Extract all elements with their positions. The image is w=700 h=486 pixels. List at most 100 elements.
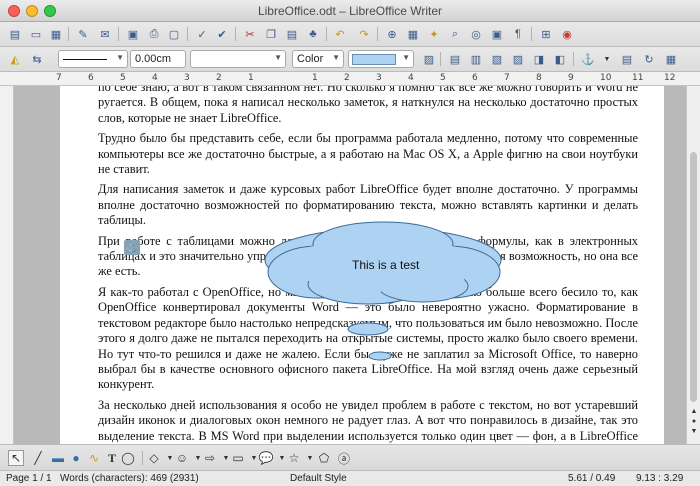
line-width-field[interactable]: 0.00cm xyxy=(130,50,186,68)
print-preview-icon[interactable]: ▢ xyxy=(165,26,183,42)
show-draw-functions-icon[interactable]: ✦ xyxy=(425,26,443,42)
navigation-icon[interactable]: ● xyxy=(689,418,699,427)
line-width-value: 0.00cm xyxy=(135,53,172,65)
ruler-tick: 10 xyxy=(600,73,612,83)
email-icon[interactable]: ✉ xyxy=(96,26,114,42)
redo-icon[interactable]: ↷ xyxy=(355,26,373,42)
toolbar-separator xyxy=(235,27,236,41)
vertical-scrollbar[interactable]: ▲ ● ▼ xyxy=(686,86,700,444)
ellipse-tool-icon[interactable]: ● xyxy=(68,450,84,466)
spellcheck-icon[interactable]: ✓ xyxy=(193,26,211,42)
rotate-icon[interactable]: ↻ xyxy=(640,51,658,67)
vertical-ruler[interactable] xyxy=(0,86,14,444)
shape-text[interactable]: This is a test xyxy=(352,258,419,272)
stars-icon[interactable]: ☆ xyxy=(286,450,302,466)
formatting-marks-icon[interactable]: ¶ xyxy=(509,26,527,42)
status-bar: Page 1 / 1 Words (characters): 469 (2931… xyxy=(0,470,700,486)
wrap-left-icon[interactable]: ▧ xyxy=(488,51,506,67)
ruler-tick: 5 xyxy=(440,73,446,83)
print-icon[interactable]: ⎙ xyxy=(145,26,163,42)
toolbar-separator xyxy=(440,52,441,66)
select-arrow-icon[interactable]: ↖ xyxy=(8,450,24,466)
chevron-down-icon[interactable]: ▼ xyxy=(598,51,616,67)
word-count[interactable]: Words (characters): 469 (2931) xyxy=(60,473,199,484)
wrap-right-icon[interactable]: ▨ xyxy=(509,51,527,67)
chevron-down-icon: ▼ xyxy=(332,53,340,62)
toolbar-separator xyxy=(142,451,143,465)
text-tool-icon[interactable]: T xyxy=(104,450,120,466)
wrap-page-icon[interactable]: ▥ xyxy=(467,51,485,67)
export-pdf-icon[interactable]: ▣ xyxy=(124,26,142,42)
paragraph[interactable]: За несколько дней использования я особо … xyxy=(98,398,638,444)
callout-shapes-icon[interactable]: 💬 xyxy=(258,450,274,466)
page-style[interactable]: Default Style xyxy=(290,473,347,484)
next-page-icon[interactable]: ▼ xyxy=(689,428,699,437)
ruler-tick: 7 xyxy=(504,73,510,83)
flowchart-icon[interactable]: ▭ xyxy=(230,450,246,466)
area-style-dropdown[interactable]: Color ▼ xyxy=(292,50,344,68)
horizontal-ruler[interactable]: 7 6 5 4 3 2 1 1 2 3 4 5 6 7 8 9 10 11 12 xyxy=(0,72,700,86)
ruler-tick: 5 xyxy=(120,73,126,83)
line-style-dropdown[interactable]: ▼ xyxy=(58,50,128,68)
paragraph[interactable]: Трудно было бы представить себе, если бы… xyxy=(98,131,638,177)
line-sample xyxy=(63,58,107,60)
clone-formatting-icon[interactable]: ♣ xyxy=(304,26,322,42)
scrollbar-thumb[interactable] xyxy=(690,152,697,402)
toolbar-separator xyxy=(531,27,532,41)
anchor-icon[interactable]: ⚓ xyxy=(579,51,597,67)
hyperlink-icon[interactable]: ⊕ xyxy=(383,26,401,42)
ruler-tick: 11 xyxy=(632,73,644,83)
new-document-icon[interactable]: ▤ xyxy=(6,26,24,42)
align-objects-icon[interactable]: ▤ xyxy=(618,51,636,67)
paste-icon[interactable]: ▤ xyxy=(283,26,301,42)
rectangle-tool-icon[interactable]: ▬ xyxy=(50,450,66,466)
line-style-icon[interactable]: ◭ xyxy=(6,51,24,67)
basic-shapes-icon[interactable]: ◇ xyxy=(146,450,162,466)
chevron-down-icon: ▼ xyxy=(274,53,282,62)
drawing-toolbar: ↖ ╱ ▬ ● ∿ T ◯ ◇ ▼ ☺ ▼ ⇨ ▼ ▭ ▼ 💬 ▼ ☆ ▼ ⬠ … xyxy=(0,444,700,470)
gallery-icon[interactable]: ▣ xyxy=(488,26,506,42)
block-arrows-icon[interactable]: ⇨ xyxy=(202,450,218,466)
edit-file-icon[interactable]: ✎ xyxy=(74,26,92,42)
anchor-icon[interactable]: ⚓ xyxy=(124,240,140,255)
toolbar-separator xyxy=(118,27,119,41)
undo-icon[interactable]: ↶ xyxy=(331,26,349,42)
window-title: LibreOffice.odt – LibreOffice Writer xyxy=(257,4,443,18)
ruler-tick: 6 xyxy=(88,73,94,83)
copy-icon[interactable]: ❐ xyxy=(262,26,280,42)
page-indicator[interactable]: Page 1 / 1 xyxy=(6,473,52,484)
wrap-off-icon[interactable]: ▤ xyxy=(446,51,464,67)
find-replace-icon[interactable]: ⌕ xyxy=(446,26,464,42)
ruler-tick: 6 xyxy=(472,73,478,83)
line-color-dropdown[interactable]: ▼ xyxy=(190,50,286,68)
arrow-style-icon[interactable]: ⇆ xyxy=(28,51,46,67)
group-icon[interactable]: ▦ xyxy=(662,51,680,67)
callouts-icon[interactable]: ◯ xyxy=(120,450,136,466)
navigator-icon[interactable]: ◎ xyxy=(467,26,485,42)
autospellcheck-icon[interactable]: ✔ xyxy=(213,26,231,42)
chevron-down-icon: ▼ xyxy=(402,53,410,62)
position-indicator: 5.61 / 0.49 xyxy=(568,473,616,484)
send-to-back-icon[interactable]: ◧ xyxy=(551,51,569,67)
toolbar-separator xyxy=(326,27,327,41)
table-icon[interactable]: ▦ xyxy=(404,26,422,42)
symbol-shapes-icon[interactable]: ☺ xyxy=(174,450,190,466)
bring-to-front-icon[interactable]: ◨ xyxy=(530,51,548,67)
area-style-value: Color xyxy=(297,53,324,65)
shadow-icon[interactable]: ▨ xyxy=(420,51,438,67)
fill-color-dropdown[interactable]: ▼ xyxy=(348,50,414,68)
save-icon[interactable]: ▦ xyxy=(47,26,65,42)
help-icon[interactable]: ◉ xyxy=(558,26,576,42)
chevron-down-icon: ▼ xyxy=(116,53,124,62)
points-icon[interactable]: ⬠ xyxy=(316,450,332,466)
fontwork-icon[interactable]: ⓐ xyxy=(336,450,352,466)
cloud-tail-bubbles xyxy=(347,322,392,361)
freeform-line-icon[interactable]: ∿ xyxy=(86,450,102,466)
line-tool-icon[interactable]: ╱ xyxy=(30,450,46,466)
toolbar-separator xyxy=(573,52,574,66)
open-folder-icon[interactable]: ▭ xyxy=(27,26,45,42)
cut-icon[interactable]: ✂ xyxy=(241,26,259,42)
zoom-icon[interactable]: ⊞ xyxy=(537,26,555,42)
previous-page-icon[interactable]: ▲ xyxy=(689,408,699,417)
paragraph[interactable]: по себе знаю, а вот в таком связанном не… xyxy=(98,86,638,126)
